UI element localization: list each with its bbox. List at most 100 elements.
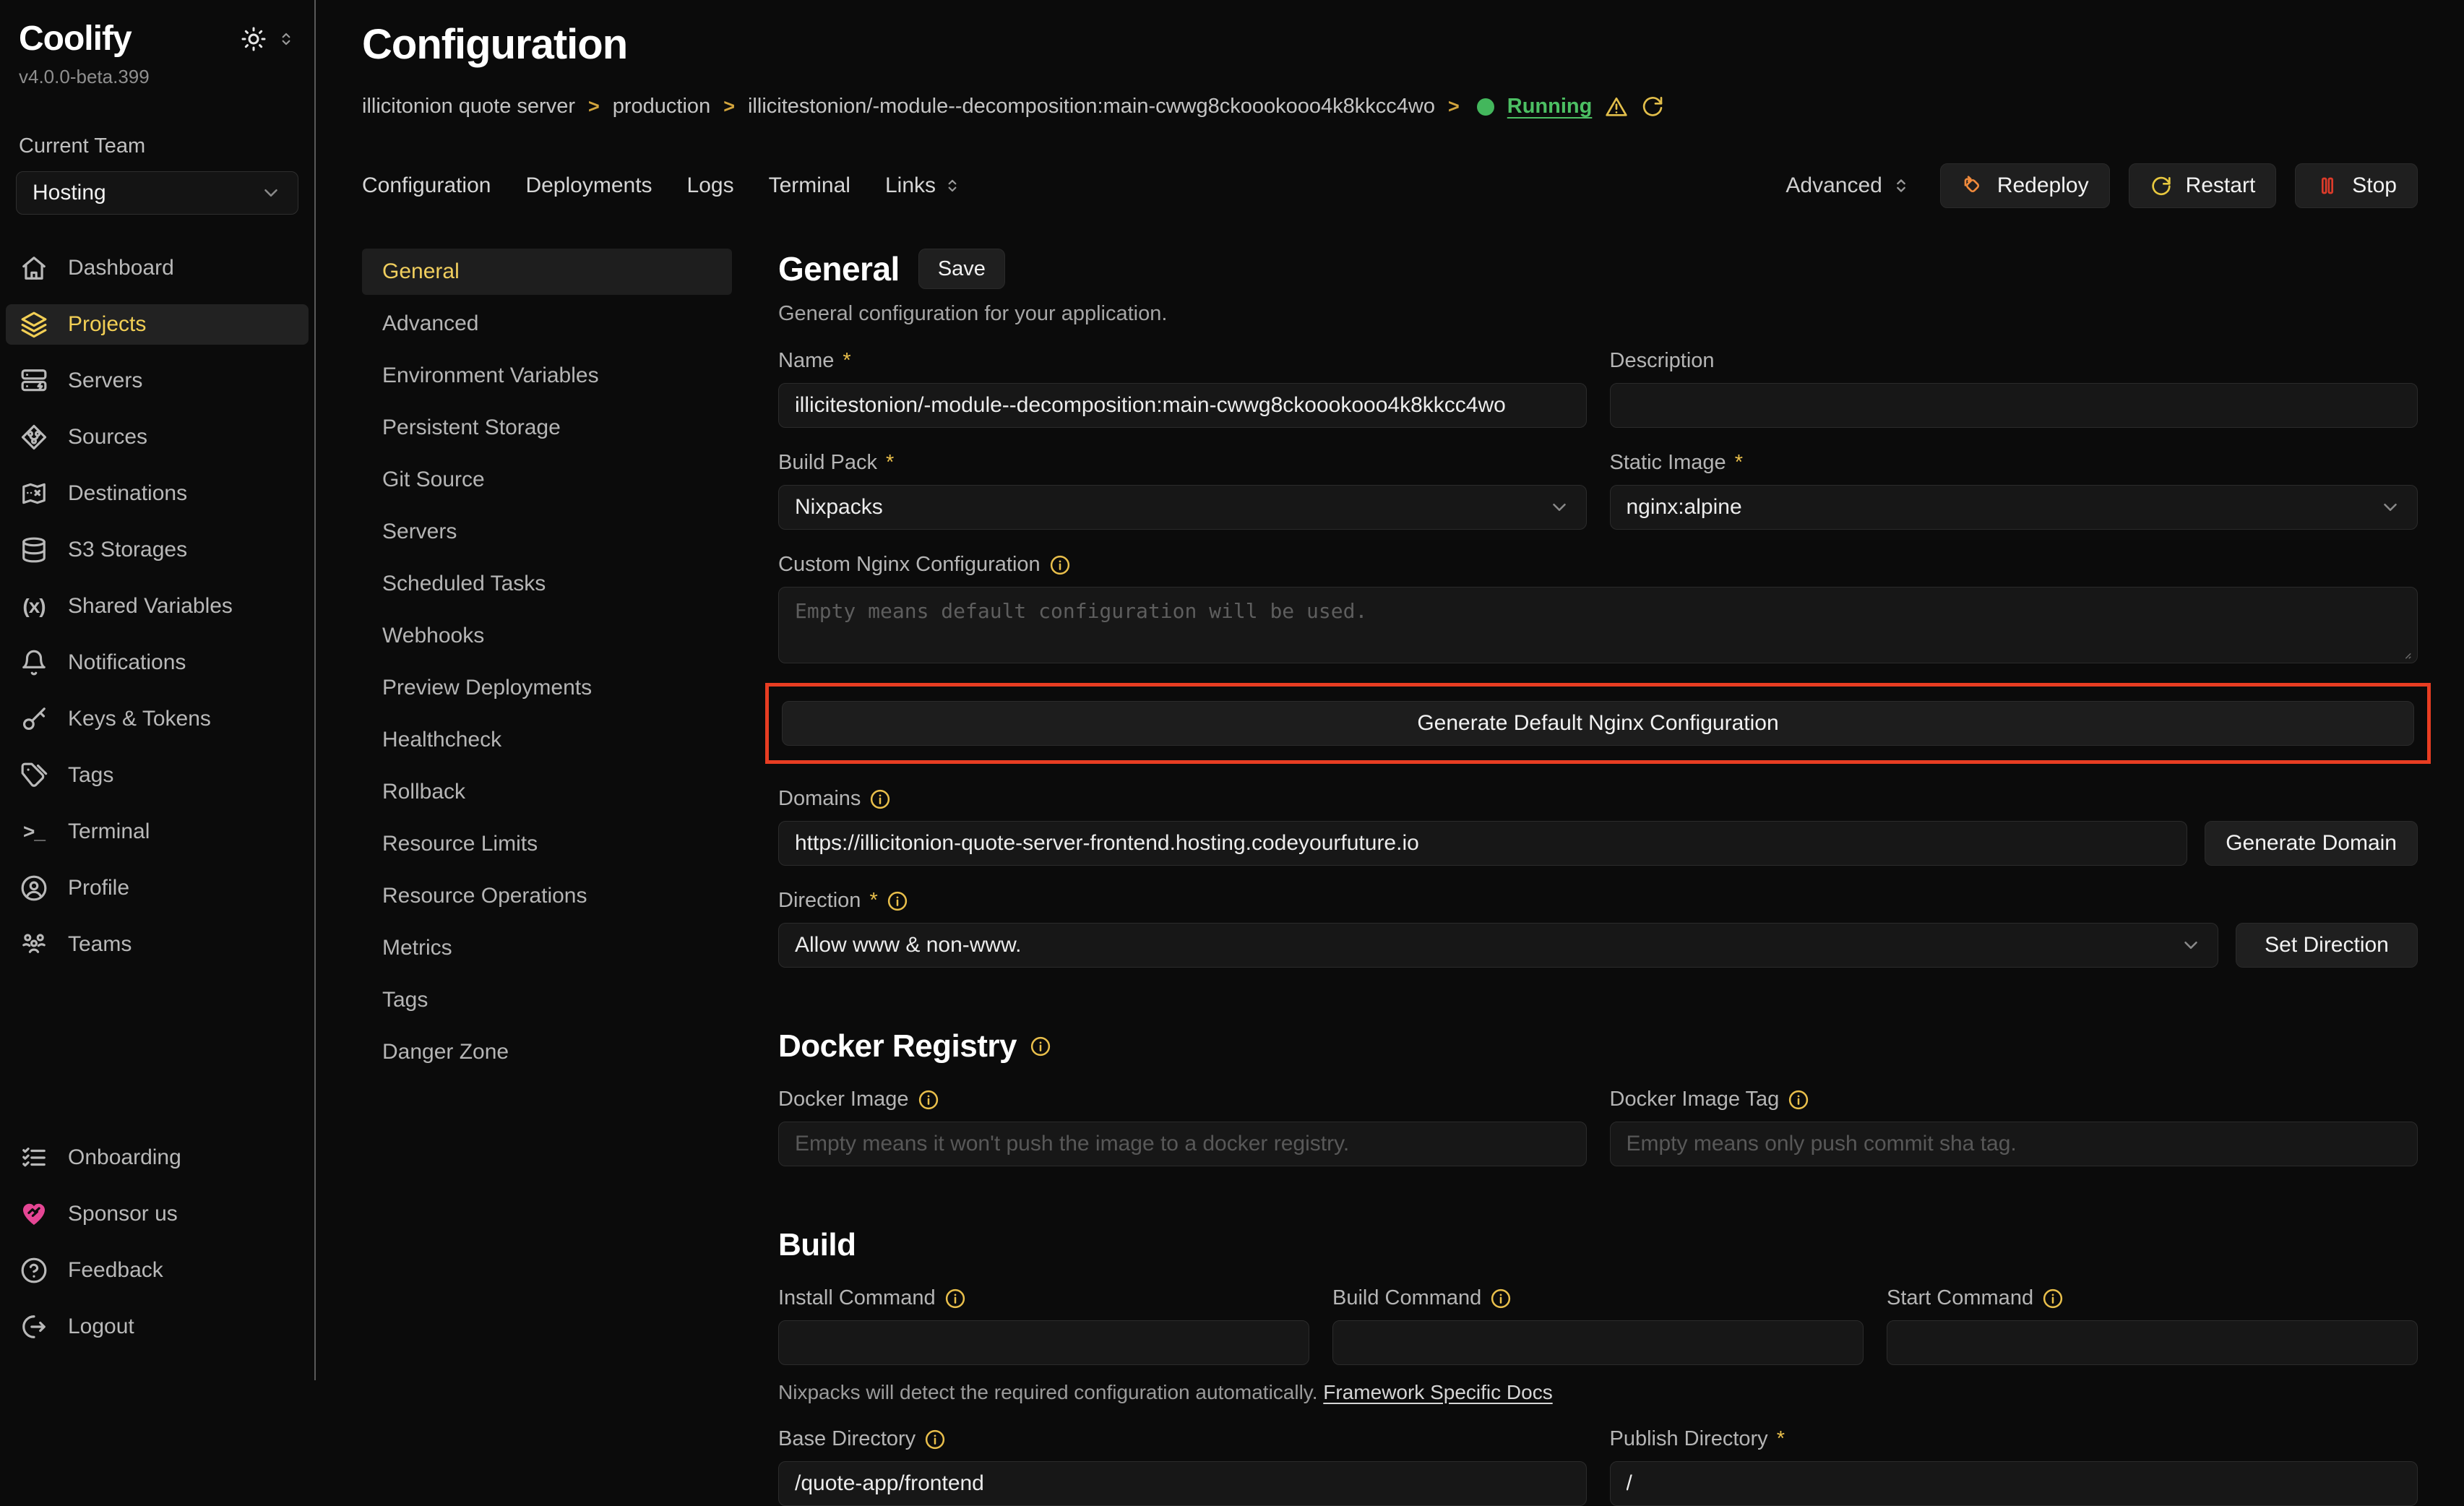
config-nav-servers[interactable]: Servers bbox=[362, 509, 732, 555]
framework-docs-link[interactable]: Framework Specific Docs bbox=[1323, 1381, 1552, 1403]
info-icon[interactable] bbox=[2042, 1288, 2064, 1309]
config-nav-git-source[interactable]: Git Source bbox=[362, 457, 732, 503]
info-icon[interactable] bbox=[1788, 1089, 1809, 1111]
chevron-up-down-icon[interactable] bbox=[277, 30, 296, 48]
sidebar-item-teams[interactable]: Teams bbox=[6, 924, 309, 965]
docker-image-input[interactable] bbox=[778, 1122, 1587, 1166]
config-nav-tags[interactable]: Tags bbox=[362, 977, 732, 1023]
chevron-up-down-icon bbox=[1891, 176, 1911, 196]
redeploy-icon bbox=[1961, 174, 1984, 197]
tab-terminal[interactable]: Terminal bbox=[769, 173, 850, 198]
config-nav-persistent-storage[interactable]: Persistent Storage bbox=[362, 405, 732, 451]
breadcrumb-resource[interactable]: illicitestonion/-module--decomposition:m… bbox=[748, 95, 1435, 119]
info-icon[interactable] bbox=[869, 788, 891, 810]
config-nav-danger-zone[interactable]: Danger Zone bbox=[362, 1029, 732, 1075]
sidebar-item-terminal[interactable]: >_ Terminal bbox=[6, 812, 309, 852]
info-icon[interactable] bbox=[1490, 1288, 1512, 1309]
chevron-down-icon bbox=[2180, 934, 2202, 956]
generate-domain-button[interactable]: Generate Domain bbox=[2205, 821, 2418, 866]
config-nav-metrics[interactable]: Metrics bbox=[362, 925, 732, 971]
sidebar-item-servers[interactable]: Servers bbox=[6, 361, 309, 401]
config-nav-healthcheck[interactable]: Healthcheck bbox=[362, 717, 732, 763]
publish-directory-label: Publish Directory* bbox=[1610, 1427, 2418, 1451]
sidebar-item-tags[interactable]: Tags bbox=[6, 755, 309, 796]
info-icon[interactable] bbox=[1049, 554, 1071, 576]
highlight-annotation-box: Generate Default Nginx Configuration bbox=[765, 683, 2431, 764]
save-button[interactable]: Save bbox=[918, 249, 1005, 289]
sidebar-item-feedback[interactable]: Feedback bbox=[6, 1250, 309, 1291]
name-input[interactable] bbox=[778, 383, 1587, 428]
config-nav-rollback[interactable]: Rollback bbox=[362, 769, 732, 815]
current-team-label: Current Team bbox=[0, 134, 314, 158]
build-pack-select[interactable]: Nixpacks bbox=[778, 485, 1587, 530]
checklist-icon bbox=[20, 1144, 48, 1171]
config-nav-webhooks[interactable]: Webhooks bbox=[362, 613, 732, 659]
tab-deployments[interactable]: Deployments bbox=[525, 173, 652, 198]
static-image-select[interactable]: nginx:alpine bbox=[1610, 485, 2418, 530]
breadcrumb-project[interactable]: illicitonion quote server bbox=[362, 95, 575, 119]
refresh-icon[interactable] bbox=[1641, 95, 1664, 119]
info-icon[interactable] bbox=[887, 890, 908, 912]
install-command-label: Install Command bbox=[778, 1286, 1309, 1310]
breadcrumb-separator-icon: > bbox=[723, 95, 735, 118]
config-nav-preview-deployments[interactable]: Preview Deployments bbox=[362, 665, 732, 711]
install-command-input[interactable] bbox=[778, 1320, 1309, 1365]
info-icon[interactable] bbox=[944, 1288, 966, 1309]
status-running-link[interactable]: Running bbox=[1507, 95, 1593, 119]
direction-select[interactable]: Allow www & non-www. bbox=[778, 923, 2218, 968]
base-directory-input[interactable] bbox=[778, 1461, 1587, 1506]
redeploy-button[interactable]: Redeploy bbox=[1940, 163, 2110, 208]
sidebar-item-keys-tokens[interactable]: Keys & Tokens bbox=[6, 699, 309, 739]
sidebar-item-sources[interactable]: Sources bbox=[6, 417, 309, 457]
info-icon[interactable] bbox=[1030, 1036, 1051, 1057]
sidebar-item-shared-variables[interactable]: (x) Shared Variables bbox=[6, 586, 309, 627]
breadcrumb-environment[interactable]: production bbox=[613, 95, 710, 119]
tab-logs[interactable]: Logs bbox=[687, 173, 734, 198]
resize-handle-icon[interactable] bbox=[2399, 647, 2412, 660]
domains-input[interactable] bbox=[778, 821, 2187, 866]
build-command-input[interactable] bbox=[1332, 1320, 1864, 1365]
sidebar-item-destinations[interactable]: Destinations bbox=[6, 473, 309, 514]
config-nav-advanced[interactable]: Advanced bbox=[362, 301, 732, 347]
stop-button[interactable]: Stop bbox=[2295, 163, 2418, 208]
config-nav-scheduled-tasks[interactable]: Scheduled Tasks bbox=[362, 561, 732, 607]
bell-icon bbox=[20, 649, 48, 676]
app-sidebar: Coolify v4.0.0-beta.399 Current Team Hos… bbox=[0, 0, 316, 1380]
docker-image-label: Docker Image bbox=[778, 1088, 1587, 1111]
sidebar-item-dashboard[interactable]: Dashboard bbox=[6, 248, 309, 288]
description-input[interactable] bbox=[1610, 383, 2418, 428]
general-form: General Save General configuration for y… bbox=[778, 249, 2418, 1380]
team-select[interactable]: Hosting bbox=[16, 171, 298, 215]
nixpacks-note: Nixpacks will detect the required config… bbox=[778, 1381, 2418, 1404]
publish-directory-input[interactable] bbox=[1610, 1461, 2418, 1506]
sidebar-item-profile[interactable]: Profile bbox=[6, 868, 309, 908]
theme-sun-icon[interactable] bbox=[241, 26, 267, 52]
set-direction-button[interactable]: Set Direction bbox=[2236, 923, 2418, 968]
config-nav-resource-operations[interactable]: Resource Operations bbox=[362, 873, 732, 919]
restart-icon bbox=[2150, 174, 2173, 197]
sidebar-item-onboarding[interactable]: Onboarding bbox=[6, 1137, 309, 1178]
app-logo: Coolify bbox=[19, 19, 132, 59]
tab-configuration[interactable]: Configuration bbox=[362, 173, 491, 198]
sidebar-item-s3-storages[interactable]: S3 Storages bbox=[6, 530, 309, 570]
config-nav-environment-variables[interactable]: Environment Variables bbox=[362, 353, 732, 399]
sidebar-item-sponsor-us[interactable]: Sponsor us bbox=[6, 1194, 309, 1234]
start-command-input[interactable] bbox=[1887, 1320, 2418, 1365]
info-icon[interactable] bbox=[924, 1429, 946, 1450]
config-nav-resource-limits[interactable]: Resource Limits bbox=[362, 821, 732, 867]
advanced-dropdown[interactable]: Advanced bbox=[1785, 173, 1911, 198]
warning-triangle-icon[interactable] bbox=[1605, 95, 1628, 119]
sidebar-item-notifications[interactable]: Notifications bbox=[6, 642, 309, 683]
tab-links[interactable]: Links bbox=[885, 173, 962, 198]
breadcrumb: illicitonion quote server > production >… bbox=[362, 95, 2418, 119]
config-nav-general[interactable]: General bbox=[362, 249, 732, 295]
docker-registry-heading: Docker Registry bbox=[778, 1028, 2418, 1064]
generate-nginx-config-button[interactable]: Generate Default Nginx Configuration bbox=[782, 701, 2414, 746]
restart-button[interactable]: Restart bbox=[2129, 163, 2277, 208]
sidebar-item-logout[interactable]: Logout bbox=[6, 1307, 309, 1347]
chevron-down-icon bbox=[1548, 496, 1570, 518]
sidebar-item-projects[interactable]: Projects bbox=[6, 304, 309, 345]
custom-nginx-textarea[interactable] bbox=[778, 587, 2418, 663]
info-icon[interactable] bbox=[918, 1089, 939, 1111]
docker-image-tag-input[interactable] bbox=[1610, 1122, 2418, 1166]
